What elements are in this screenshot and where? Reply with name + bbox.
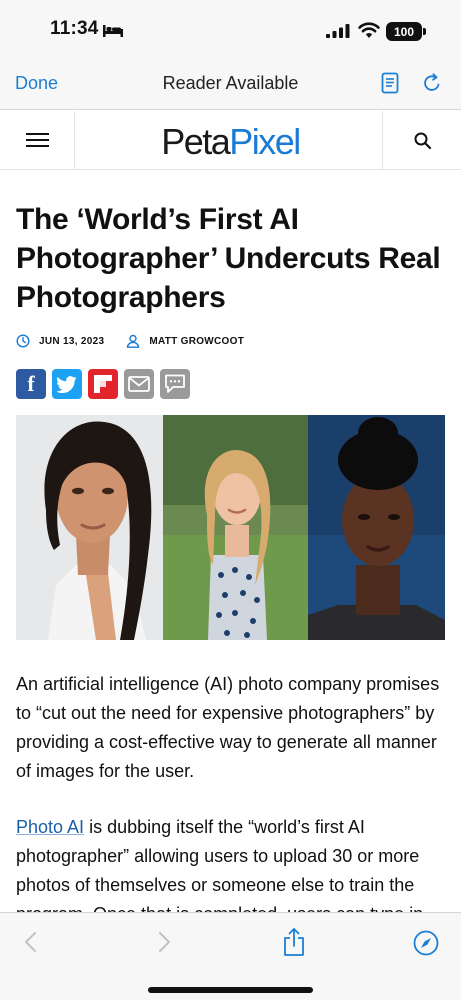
cellular-signal-icon xyxy=(326,24,350,38)
author-wrap: MATT GROWCOOT xyxy=(126,334,244,348)
email-share-button[interactable] xyxy=(124,369,154,399)
back-icon[interactable] xyxy=(22,931,40,953)
portrait-photo-3 xyxy=(308,415,445,640)
portrait-photo-1 xyxy=(16,415,163,640)
photo-ai-link[interactable]: Photo AI xyxy=(16,817,84,837)
status-bar: 11:34 100 xyxy=(0,0,461,58)
article-date: JUN 13, 2023 xyxy=(39,335,105,347)
browser-nav-bar: Done Reader Available xyxy=(0,58,461,110)
share-icon[interactable] xyxy=(282,927,306,957)
status-time: 11:34 xyxy=(50,18,99,39)
search-button[interactable] xyxy=(382,111,461,169)
logo-text-pixel: Pixel xyxy=(229,121,301,162)
article-paragraph-1: An artificial intelligence (AI) photo co… xyxy=(16,674,440,781)
share-buttons: f xyxy=(16,369,190,399)
wifi-icon xyxy=(358,22,380,38)
article-meta: JUN 13, 2023 MATT GROWCOOT xyxy=(16,332,244,350)
battery-indicator: 100 xyxy=(386,22,426,41)
reload-icon[interactable] xyxy=(421,72,443,94)
flipboard-share-button[interactable] xyxy=(88,369,118,399)
facebook-icon: f xyxy=(27,371,35,396)
article-author[interactable]: MATT GROWCOOT xyxy=(149,336,244,347)
reader-mode-icon[interactable] xyxy=(381,72,399,94)
email-icon xyxy=(128,376,150,392)
home-indicator xyxy=(148,987,313,993)
sleep-focus-icon xyxy=(103,25,123,37)
site-header: PetaPixel xyxy=(0,111,461,170)
browser-toolbar xyxy=(0,912,461,1000)
twitter-share-button[interactable] xyxy=(52,369,82,399)
search-icon xyxy=(414,132,431,149)
comment-icon xyxy=(165,374,185,393)
user-icon xyxy=(127,334,140,348)
article-headline: The ‘World’s First AI Photographer’ Unde… xyxy=(16,203,441,314)
twitter-icon xyxy=(57,375,77,393)
portrait-photo-2 xyxy=(163,415,308,640)
facebook-share-button[interactable]: f xyxy=(16,369,46,399)
comment-share-button[interactable] xyxy=(160,369,190,399)
clock-icon xyxy=(16,334,30,348)
flipboard-icon xyxy=(94,375,112,393)
forward-icon[interactable] xyxy=(155,931,173,953)
compass-icon[interactable] xyxy=(413,930,439,956)
article-hero-image[interactable] xyxy=(16,415,445,640)
logo-text-peta: Peta xyxy=(161,121,231,162)
